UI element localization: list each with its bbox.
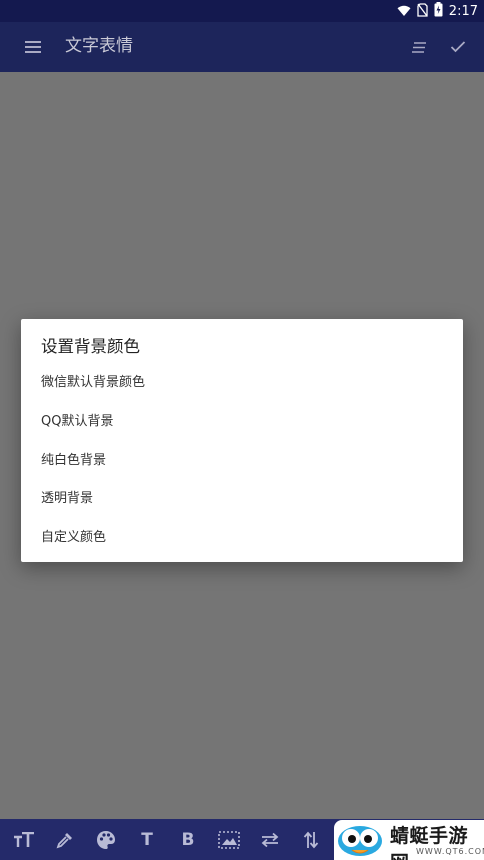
dialog-title: 设置背景颜色 — [41, 337, 140, 356]
bold-label: B — [181, 829, 195, 850]
image-select-icon[interactable] — [211, 819, 247, 860]
watermark: 蜻蜓手游网 WWW.QT6.COM — [334, 820, 484, 860]
app-bar: 文字表情 — [0, 22, 484, 72]
option-transparent-background[interactable]: 透明背景 — [21, 480, 463, 519]
background-color-dialog: 设置背景颜色 微信默认背景颜色 QQ默认背景 纯白色背景 透明背景 自定义颜色 — [21, 319, 463, 562]
status-icons: 2:17 — [397, 0, 478, 22]
text-size-icon[interactable] — [6, 819, 42, 860]
swap-horizontal-icon[interactable] — [252, 819, 288, 860]
sort-lines-icon[interactable] — [405, 33, 433, 61]
status-time: 2:17 — [448, 3, 478, 19]
palette-icon[interactable] — [88, 819, 124, 860]
menu-icon[interactable] — [19, 33, 47, 61]
text-label: T — [141, 829, 153, 850]
color-picker-icon[interactable] — [47, 819, 83, 860]
dialog-options: 微信默认背景颜色 QQ默认背景 纯白色背景 透明背景 自定义颜色 — [21, 364, 463, 558]
option-qq-default-background[interactable]: QQ默认背景 — [21, 403, 463, 442]
option-pure-white-background[interactable]: 纯白色背景 — [21, 442, 463, 481]
watermark-url: WWW.QT6.COM — [416, 847, 484, 856]
option-wechat-default-color[interactable]: 微信默认背景颜色 — [21, 364, 463, 403]
dragonfly-logo-icon — [338, 826, 382, 856]
battery-charging-icon — [434, 1, 443, 21]
status-bar: 2:17 — [0, 0, 484, 22]
swap-vertical-icon[interactable] — [293, 819, 329, 860]
page-title: 文字表情 — [65, 36, 133, 56]
wifi-icon — [397, 2, 411, 21]
bold-icon[interactable]: B — [170, 819, 206, 860]
text-icon[interactable]: T — [129, 819, 165, 860]
option-custom-color[interactable]: 自定义颜色 — [21, 519, 463, 558]
check-icon[interactable] — [444, 33, 472, 61]
no-sim-icon — [417, 2, 428, 21]
